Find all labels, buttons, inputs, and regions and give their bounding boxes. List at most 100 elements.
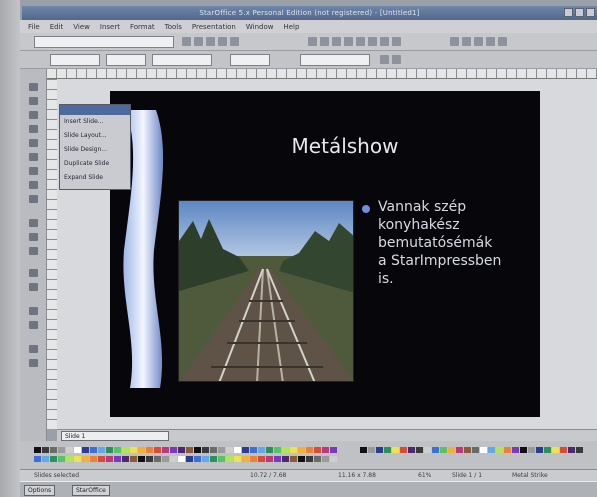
color-swatch[interactable]	[138, 447, 145, 453]
edit-icon[interactable]	[320, 37, 329, 46]
menu-file[interactable]: File	[28, 23, 40, 31]
color-swatch[interactable]	[34, 456, 41, 462]
color-swatch[interactable]	[496, 447, 503, 453]
color-swatch[interactable]	[472, 447, 479, 453]
color-swatch[interactable]	[250, 447, 257, 453]
color-swatch[interactable]	[170, 456, 177, 462]
menu-item-slide-layout[interactable]: Slide Layout...	[64, 132, 107, 139]
color-swatch[interactable]	[536, 447, 543, 453]
color-swatch[interactable]	[408, 447, 415, 453]
line-width-combo[interactable]	[106, 54, 146, 66]
menu-tools[interactable]: Tools	[165, 23, 182, 31]
home-icon[interactable]	[230, 37, 239, 46]
color-swatch[interactable]	[98, 456, 105, 462]
slide-title[interactable]: Metálshow	[240, 134, 450, 158]
maximize-icon[interactable]	[575, 8, 584, 17]
guides-icon[interactable]	[29, 359, 38, 367]
line-color-combo[interactable]	[152, 54, 212, 66]
window-titlebar[interactable]: StarOffice 5.x Personal Edition (not reg…	[22, 6, 597, 20]
color-swatch[interactable]	[34, 447, 41, 453]
color-swatch[interactable]	[74, 447, 81, 453]
color-swatch[interactable]	[274, 447, 281, 453]
forward-icon[interactable]	[194, 37, 203, 46]
color-swatch[interactable]	[360, 447, 367, 453]
color-swatch[interactable]	[384, 447, 391, 453]
color-swatch[interactable]	[322, 456, 329, 462]
color-swatch[interactable]	[520, 447, 527, 453]
color-swatch[interactable]	[416, 447, 423, 453]
color-swatch[interactable]	[298, 447, 305, 453]
menu-format[interactable]: Format	[130, 23, 155, 31]
color-swatch[interactable]	[464, 447, 471, 453]
area-style-combo[interactable]	[230, 54, 270, 66]
color-swatch[interactable]	[178, 447, 185, 453]
color-swatch[interactable]	[106, 456, 113, 462]
color-swatch[interactable]	[448, 447, 455, 453]
color-swatch[interactable]	[146, 447, 153, 453]
color-swatch[interactable]	[154, 447, 161, 453]
color-swatch[interactable]	[122, 456, 129, 462]
color-swatch[interactable]	[58, 447, 65, 453]
color-swatch[interactable]	[440, 447, 447, 453]
color-swatch[interactable]	[568, 447, 575, 453]
color-swatch[interactable]	[226, 456, 233, 462]
color-swatch[interactable]	[432, 447, 439, 453]
color-swatch[interactable]	[186, 456, 193, 462]
color-swatch[interactable]	[274, 456, 281, 462]
find-icon[interactable]	[474, 37, 483, 46]
color-swatch[interactable]	[106, 447, 113, 453]
color-swatch[interactable]	[392, 447, 399, 453]
color-swatch[interactable]	[298, 456, 305, 462]
color-swatch[interactable]	[42, 456, 49, 462]
color-swatch[interactable]	[202, 456, 209, 462]
shadow-icon[interactable]	[380, 55, 389, 64]
color-swatch[interactable]	[194, 456, 201, 462]
stop-icon[interactable]	[206, 37, 215, 46]
color-swatch[interactable]	[130, 456, 137, 462]
taskbar-options[interactable]: Options	[24, 485, 56, 496]
menu-edit[interactable]: Edit	[50, 23, 64, 31]
undo-icon[interactable]	[380, 37, 389, 46]
color-swatch[interactable]	[186, 447, 193, 453]
color-swatch[interactable]	[560, 447, 567, 453]
color-swatch[interactable]	[98, 447, 105, 453]
color-swatch[interactable]	[90, 456, 97, 462]
color-swatch[interactable]	[42, 447, 49, 453]
area-icon[interactable]	[392, 55, 401, 64]
color-swatch[interactable]	[576, 447, 583, 453]
color-swatch[interactable]	[178, 456, 185, 462]
copy-icon[interactable]	[356, 37, 365, 46]
cut-icon[interactable]	[344, 37, 353, 46]
menu-window[interactable]: Window	[246, 23, 274, 31]
color-swatch[interactable]	[258, 447, 265, 453]
lines-icon[interactable]	[29, 181, 38, 189]
zoom-icon[interactable]	[29, 97, 38, 105]
color-swatch[interactable]	[50, 456, 57, 462]
color-swatch[interactable]	[544, 447, 551, 453]
color-swatch[interactable]	[218, 456, 225, 462]
color-swatch[interactable]	[154, 456, 161, 462]
line-style-combo[interactable]	[50, 54, 100, 66]
select-icon[interactable]	[29, 83, 38, 91]
menu-help[interactable]: Help	[283, 23, 299, 31]
color-swatch[interactable]	[314, 456, 321, 462]
minimize-icon[interactable]	[564, 8, 573, 17]
color-swatch[interactable]	[528, 447, 535, 453]
navigator-icon[interactable]	[450, 37, 459, 46]
color-swatch[interactable]	[242, 447, 249, 453]
color-swatch[interactable]	[90, 447, 97, 453]
help-icon[interactable]	[498, 37, 507, 46]
color-swatch[interactable]	[330, 447, 337, 453]
color-swatch[interactable]	[480, 447, 487, 453]
text-icon[interactable]	[29, 111, 38, 119]
ellipse-icon[interactable]	[29, 139, 38, 147]
save-icon[interactable]	[308, 37, 317, 46]
menu-item-slide-design[interactable]: Slide Design...	[64, 146, 107, 153]
color-swatch[interactable]	[330, 456, 337, 462]
connector-icon[interactable]	[29, 195, 38, 203]
color-swatch[interactable]	[290, 447, 297, 453]
3d-objects-icon[interactable]	[29, 153, 38, 161]
color-swatch[interactable]	[266, 447, 273, 453]
taskbar-staroffice[interactable]: StarOffice	[72, 485, 110, 496]
menu-insert[interactable]: Insert	[100, 23, 120, 31]
